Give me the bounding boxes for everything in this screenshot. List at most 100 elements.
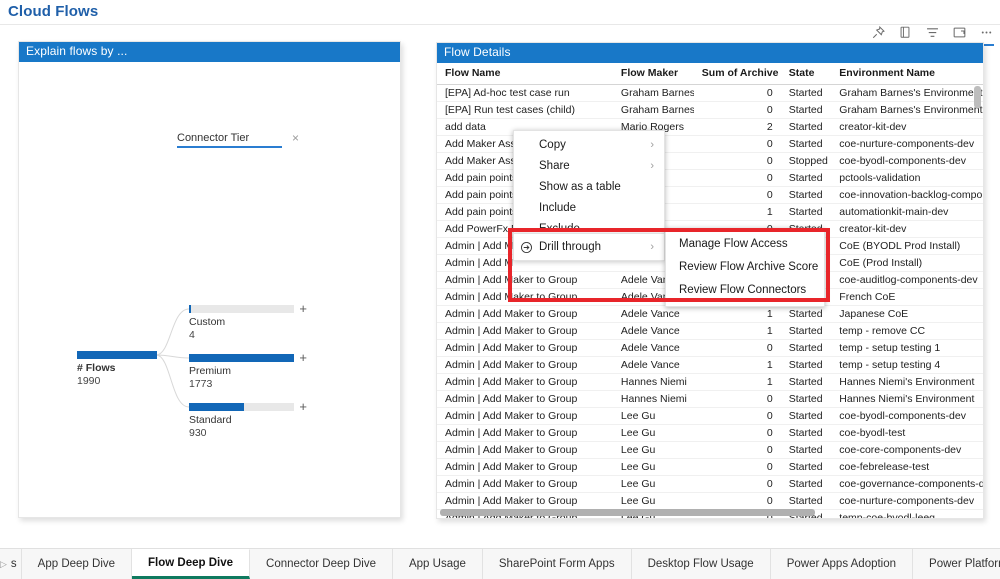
expand-icon[interactable]: + (299, 351, 307, 364)
decomposition-tree[interactable]: Connector Tier × # Flows 1990 Custom 4 +… (19, 62, 400, 517)
report-page: Cloud Flows Explain flows by ... Connect… (0, 0, 1000, 579)
table-row[interactable]: Admin | Add Maker to Group Adele Vance 1 St… (437, 356, 983, 374)
tab-power-apps-adoption[interactable]: Power Apps Adoption (770, 549, 914, 579)
tree-node-bar-fill (189, 403, 244, 411)
tab-power-platform-yoy-adoption[interactable]: Power Platform YoY Adopti (913, 549, 1000, 579)
table-horizontal-scrollbar[interactable] (440, 509, 978, 516)
cell-archive_score: 1 (693, 305, 781, 323)
tab-flow-deep-dive[interactable]: Flow Deep Dive (132, 549, 251, 579)
cell-state: Started (780, 339, 832, 357)
cell-state: Started (780, 322, 832, 340)
scrollbar-thumb[interactable] (440, 509, 815, 516)
submenu-item-review-flow-connectors[interactable]: Review Flow Connectors (666, 279, 824, 302)
context-menu-drill-through-container[interactable]: Drill through › (513, 233, 665, 261)
cell-state: Started (780, 458, 832, 476)
tab-app-usage[interactable]: App Usage (392, 549, 483, 579)
flow-details-header: Flow Details (437, 43, 983, 63)
submenu-item-review-flow-archive-score[interactable]: Review Flow Archive Score (666, 256, 824, 279)
table-row[interactable]: [EPA] Run test cases (child) Graham Barne… (437, 101, 983, 119)
tabs-scroll-left-icon[interactable]: ▷ (0, 549, 7, 579)
cell-archive_score: 2 (693, 118, 781, 136)
cell-environment: coe-governance-components-d (831, 475, 983, 493)
submenu-item-manage-flow-access[interactable]: Manage Flow Access (666, 233, 824, 256)
tree-node-value: 4 (189, 329, 195, 341)
column-header-flow-name[interactable]: Flow Name (437, 63, 613, 85)
table-row[interactable]: Admin | Add Maker to Group Hannes Niemi 0 S… (437, 390, 983, 408)
cell-state: Started (780, 407, 832, 425)
tree-node-premium[interactable]: Premium 1773 + (189, 351, 307, 391)
copy-visual-icon[interactable] (897, 24, 913, 40)
expand-icon[interactable]: + (299, 400, 307, 413)
cell-archive_score: 0 (693, 492, 781, 510)
table-row[interactable]: Admin | Add Maker to GroupLee Gu0Started… (437, 441, 983, 459)
table-row[interactable]: Admin | Add Maker to GroupLee Gu0Started… (437, 475, 983, 493)
tree-node-root[interactable]: # Flows 1990 (77, 351, 157, 388)
cell-flow_maker: Hannes Niemi (612, 373, 694, 391)
focus-mode-icon[interactable] (951, 24, 967, 40)
column-header-archive-score[interactable]: Sum of Archive Score (693, 63, 781, 85)
cell-archive_score: 1 (693, 373, 781, 391)
more-options-icon[interactable] (978, 24, 994, 40)
cell-state: Started (780, 186, 832, 204)
context-menu-item-drill-through[interactable]: Drill through › (514, 234, 664, 260)
cell-flow_name: Admin | Add Maker to Group (437, 322, 613, 340)
table-row[interactable]: Admin | Add Maker to GroupLee Gu0Started… (437, 407, 983, 425)
table-row[interactable]: Admin | Add Maker to Group Hannes Niemi 1 S… (437, 373, 983, 391)
context-menu-item-include[interactable]: Include (514, 198, 664, 219)
table-row[interactable]: Admin | Add Maker to Group Adele Vance 1 St… (437, 322, 983, 340)
cell-environment: temp - setup testing 1 (831, 339, 983, 357)
tab-sharepoint-form-apps[interactable]: SharePoint Form Apps (482, 549, 632, 579)
cell-flow_name: Admin | Add Maker to Group (437, 390, 613, 408)
column-header-flow-maker[interactable]: Flow Maker (612, 63, 694, 85)
cell-flow_name: Admin | Add Maker to Group (437, 305, 613, 323)
table-row[interactable]: Admin | Add Maker to Group Adele Vance 0 St… (437, 339, 983, 357)
tab-app-deep-dive[interactable]: App Deep Dive (21, 549, 133, 579)
cell-flow_maker: Graham Barnes (612, 84, 694, 102)
tree-node-value: 1773 (189, 378, 213, 390)
cell-environment: coe-febrelease-test (831, 458, 983, 476)
cell-environment: coe-byodl-test (831, 424, 983, 442)
cell-environment: coe-byodl-components-dev (831, 407, 983, 425)
table-row[interactable]: Admin | Add Maker to GroupLee Gu0Started… (437, 458, 983, 476)
table-row[interactable]: Admin | Add Maker to GroupLee Gu0Started… (437, 424, 983, 442)
pin-icon[interactable] (870, 24, 886, 40)
cell-flow_name: Admin | Add Maker to Group (437, 373, 613, 391)
explain-flows-visual: Explain flows by ... Connector Tier × # … (18, 41, 401, 518)
drill-through-submenu[interactable]: Manage Flow Access Review Flow Archive S… (665, 228, 825, 307)
context-menu-item-copy[interactable]: Copy › (514, 135, 664, 156)
tree-node-bar-fill (77, 351, 157, 359)
filter-icon[interactable] (924, 24, 940, 40)
scrollbar-thumb[interactable] (974, 86, 981, 108)
tree-node-value: 930 (189, 427, 207, 439)
tree-node-custom[interactable]: Custom 4 + (189, 302, 307, 342)
submenu-item-label: Review Flow Connectors (679, 284, 807, 296)
cell-flow_maker: Lee Gu (612, 475, 694, 493)
tab-desktop-flow-usage[interactable]: Desktop Flow Usage (631, 549, 771, 579)
cell-flow_maker: Adele Vance (612, 305, 694, 323)
table-row[interactable]: Admin | Add Maker to Group Adele Vance 1 St… (437, 305, 983, 323)
visual-toolbar (870, 22, 994, 42)
cell-state: Started (780, 373, 832, 391)
column-header-environment[interactable]: Environment Name (831, 63, 983, 85)
tree-node-bar-fill (189, 305, 191, 313)
cell-environment: coe-innovation-backlog-compo (831, 186, 983, 204)
column-header-state[interactable]: State (780, 63, 832, 85)
table-row[interactable]: [EPA] Ad-hoc test case run Graham Barnes 0… (437, 84, 983, 102)
table-vertical-scrollbar[interactable] (974, 86, 981, 518)
table-row[interactable]: Admin | Add Maker to GroupLee Gu0Started… (437, 492, 983, 510)
chevron-right-icon: › (650, 241, 654, 253)
tab-clipped-previous[interactable]: s (6, 549, 22, 579)
cell-environment: creator-kit-dev (831, 220, 983, 238)
cell-archive_score: 0 (693, 424, 781, 442)
expand-icon[interactable]: + (299, 302, 307, 315)
cell-flow_name: [EPA] Ad-hoc test case run (437, 84, 613, 102)
tab-connector-deep-dive[interactable]: Connector Deep Dive (250, 549, 393, 579)
cell-archive_score: 0 (693, 458, 781, 476)
context-menu-item-share[interactable]: Share › (514, 156, 664, 177)
cell-state: Started (780, 390, 832, 408)
cell-environment: Graham Barnes's Environment (831, 84, 983, 102)
drill-through-icon (520, 238, 533, 253)
tree-node-standard[interactable]: Standard 930 + (189, 400, 307, 440)
context-menu[interactable]: Copy › Share › Show as a table Include E… (513, 130, 665, 245)
context-menu-item-show-as-a-table[interactable]: Show as a table (514, 177, 664, 198)
